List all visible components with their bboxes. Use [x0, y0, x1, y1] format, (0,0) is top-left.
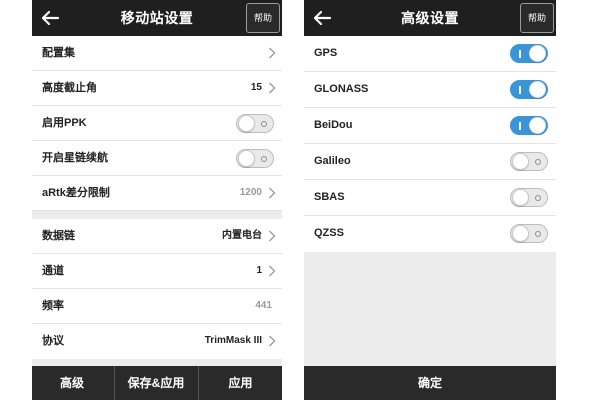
row-label: Galileo	[314, 155, 351, 167]
chevron-right-icon	[269, 47, 276, 59]
row-label: 高度截止角	[42, 82, 97, 94]
help-button[interactable]: 帮助	[246, 3, 280, 33]
glonass-toggle[interactable]	[510, 80, 548, 99]
gnss-row-sbas: SBAS	[304, 180, 556, 216]
sbas-toggle[interactable]	[510, 188, 548, 207]
row-value: 1200	[239, 187, 262, 198]
gnss-row-glonass: GLONASS	[304, 72, 556, 108]
beidou-toggle[interactable]	[510, 116, 548, 135]
off-indicator-icon	[535, 195, 541, 201]
row-value: TrimMask III	[204, 335, 262, 346]
bottom-action-bar: 高级 保存&应用 应用	[32, 366, 282, 400]
advanced-button[interactable]: 高级	[32, 366, 112, 400]
advanced-settings-screen: 高级设置 帮助 GPS GLONASS BeiDou Galileo SBAS …	[304, 0, 556, 400]
apply-button[interactable]: 应用	[199, 366, 282, 400]
row-value: 1	[256, 265, 262, 276]
chevron-right-icon	[269, 335, 276, 347]
settings-row-channel[interactable]: 通道 1	[32, 254, 282, 289]
settings-row-elevation-mask[interactable]: 高度截止角 15	[32, 71, 282, 106]
row-label: 配置集	[42, 47, 75, 59]
row-label: BeiDou	[314, 119, 353, 131]
row-label: GPS	[314, 47, 338, 59]
save-apply-button[interactable]: 保存&应用	[115, 366, 197, 400]
off-indicator-icon	[261, 121, 267, 127]
chevron-right-icon	[269, 230, 276, 242]
row-label: 启用PPK	[42, 117, 87, 129]
settings-row-protocol[interactable]: 协议 TrimMask III	[32, 324, 282, 359]
rover-settings-screen: 移动站设置 帮助 配置集 高度截止角 15 启用PPK 开启星链续航 aRtk差…	[32, 0, 282, 400]
section-divider	[32, 359, 282, 366]
off-indicator-icon	[535, 231, 541, 237]
row-label: 协议	[42, 335, 64, 347]
settings-row-datalink[interactable]: 数据链 内置电台	[32, 219, 282, 254]
gnss-row-beidou: BeiDou	[304, 108, 556, 144]
row-label: SBAS	[314, 191, 345, 203]
toggle-knob	[529, 81, 546, 98]
settings-row-artk-limit[interactable]: aRtk差分限制 1200	[32, 176, 282, 211]
toggle-knob	[512, 225, 529, 242]
toggle-knob	[512, 153, 529, 170]
gps-toggle[interactable]	[510, 44, 548, 63]
gnss-row-galileo: Galileo	[304, 144, 556, 180]
row-value: 内置电台	[222, 230, 262, 241]
row-value: 15	[250, 82, 262, 93]
page-title: 高级设置	[401, 10, 459, 26]
on-indicator-icon	[519, 50, 521, 58]
section-divider	[32, 211, 282, 219]
toggle-knob	[529, 45, 546, 62]
row-label: GLONASS	[314, 83, 369, 95]
gnss-row-qzss: QZSS	[304, 216, 556, 252]
row-value: 441	[255, 300, 272, 311]
off-indicator-icon	[535, 159, 541, 165]
off-indicator-icon	[261, 156, 267, 162]
row-label: aRtk差分限制	[42, 187, 110, 199]
row-label: 通道	[42, 265, 64, 277]
settings-row-profile[interactable]: 配置集	[32, 36, 282, 71]
title-bar: 高级设置 帮助	[304, 0, 556, 36]
chevron-right-icon	[269, 187, 276, 199]
confirm-button[interactable]: 确定	[304, 366, 556, 400]
row-label: 开启星链续航	[42, 152, 108, 164]
gnss-row-gps: GPS	[304, 36, 556, 72]
settings-row-starlink-extend: 开启星链续航	[32, 141, 282, 176]
toggle-knob	[238, 115, 255, 132]
chevron-right-icon	[269, 265, 276, 277]
on-indicator-icon	[519, 86, 521, 94]
title-bar: 移动站设置 帮助	[32, 0, 282, 36]
row-label: 频率	[42, 300, 64, 312]
toggle-knob	[238, 150, 255, 167]
chevron-right-icon	[269, 82, 276, 94]
row-label: 数据链	[42, 230, 75, 242]
toggle-knob	[529, 117, 546, 134]
on-indicator-icon	[519, 122, 521, 130]
row-label: QZSS	[314, 227, 344, 239]
settings-row-frequency: 频率 441	[32, 289, 282, 324]
toggle-knob	[512, 189, 529, 206]
bottom-action-bar: 确定	[304, 366, 556, 400]
ppk-toggle[interactable]	[236, 114, 274, 133]
starlink-extend-toggle[interactable]	[236, 149, 274, 168]
qzss-toggle[interactable]	[510, 224, 548, 243]
settings-row-enable-ppk: 启用PPK	[32, 106, 282, 141]
galileo-toggle[interactable]	[510, 152, 548, 171]
help-button[interactable]: 帮助	[520, 3, 554, 33]
page-title: 移动站设置	[120, 10, 194, 26]
